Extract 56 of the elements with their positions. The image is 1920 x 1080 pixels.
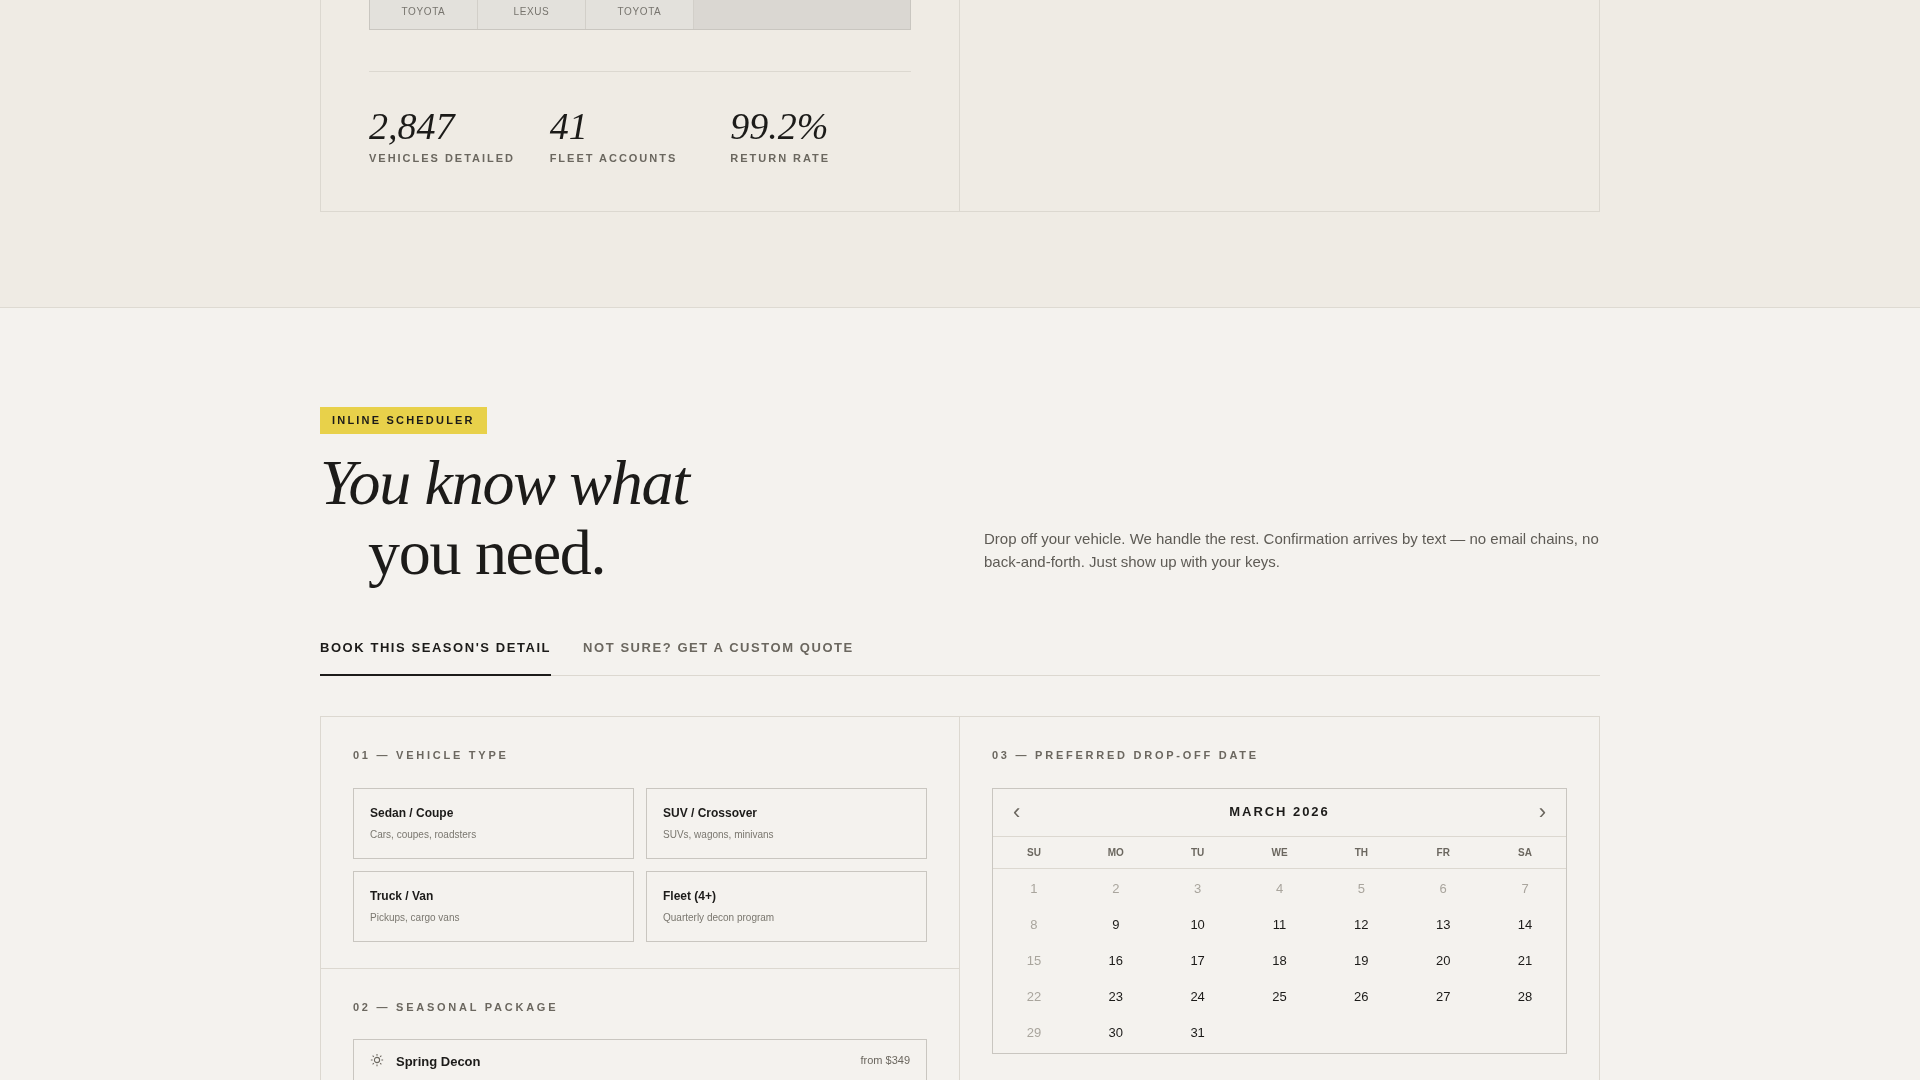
dealer-label: TOYOTA bbox=[401, 5, 446, 19]
calendar-day[interactable]: 20 bbox=[1435, 950, 1451, 971]
calendar-day[interactable]: 9 bbox=[1112, 914, 1120, 935]
stat-label: FLEET ACCOUNTS bbox=[549, 151, 679, 166]
stat-value: 99.2% bbox=[730, 104, 830, 148]
calendar-day[interactable]: 25 bbox=[1272, 986, 1287, 1007]
tab[interactable]: NOT SURE? GET A CUSTOM QUOTE bbox=[583, 637, 854, 676]
calendar-day[interactable]: 27 bbox=[1435, 986, 1451, 1007]
vehicle-option[interactable]: Truck / Van Pickups, cargo vans bbox=[353, 870, 634, 942]
weekday-label: FR bbox=[1436, 845, 1450, 860]
vehicle-option[interactable]: SUV / Crossover SUVs, wagons, minivans bbox=[646, 787, 927, 859]
calendar-day[interactable]: 24 bbox=[1190, 986, 1205, 1007]
calendar-day[interactable]: 26 bbox=[1354, 986, 1369, 1007]
package-option[interactable]: Spring Decon from $349 bbox=[353, 1039, 927, 1080]
step-label: 02 — SEASONAL PACKAGE bbox=[353, 999, 560, 1015]
step-label: 01 — VEHICLE TYPE bbox=[353, 748, 510, 763]
heading: you need. bbox=[368, 515, 606, 590]
stat-value: 41 bbox=[549, 104, 589, 148]
weekday-label: SA bbox=[1518, 845, 1532, 860]
stat-label: VEHICLES DETAILED bbox=[369, 151, 516, 166]
vehicle-option[interactable]: Fleet (4+) Quarterly decon program bbox=[646, 870, 927, 942]
tab[interactable]: BOOK THIS SEASON'S DETAIL bbox=[320, 637, 552, 676]
weekday-label: MO bbox=[1107, 845, 1124, 860]
section-badge: INLINE SCHEDULER bbox=[320, 407, 487, 434]
sun-icon bbox=[370, 1053, 384, 1067]
month-title: MARCH 2026 bbox=[1229, 803, 1330, 822]
calendar-day[interactable]: 18 bbox=[1272, 950, 1287, 971]
stat-value: 2,847 bbox=[369, 104, 457, 148]
package-name: Spring Decon bbox=[396, 1053, 481, 1071]
step-label: 03 — PREFERRED DROP-OFF DATE bbox=[992, 748, 1260, 763]
calendar-day[interactable]: 16 bbox=[1108, 950, 1123, 971]
heading: You know what bbox=[320, 449, 692, 516]
calendar-day[interactable]: 14 bbox=[1517, 914, 1533, 935]
calendar-day[interactable]: 19 bbox=[1354, 950, 1369, 971]
calendar-day[interactable]: 21 bbox=[1517, 950, 1533, 971]
dealer-label: LEXUS bbox=[513, 5, 550, 19]
calendar-day[interactable]: 17 bbox=[1190, 950, 1205, 971]
weekday-label: TH bbox=[1354, 845, 1368, 860]
next-month-button[interactable]: › bbox=[1538, 801, 1546, 823]
calendar-day[interactable]: 13 bbox=[1435, 914, 1451, 935]
previous-month-button[interactable]: ‹ bbox=[1013, 801, 1021, 823]
calendar-day[interactable]: 11 bbox=[1272, 914, 1287, 935]
vehicle-option[interactable]: Sedan / Coupe Cars, coupes, roadsters bbox=[353, 787, 634, 859]
calendar-day[interactable]: 12 bbox=[1354, 914, 1369, 935]
package-price: from $349 bbox=[860, 1053, 910, 1068]
dealer-label: TOYOTA bbox=[617, 5, 662, 19]
calendar-day[interactable]: 28 bbox=[1517, 986, 1533, 1007]
calendar-day[interactable]: 31 bbox=[1190, 1022, 1205, 1043]
weekday-label: SU bbox=[1026, 845, 1041, 860]
calendar-day[interactable]: 30 bbox=[1108, 1022, 1123, 1043]
weekday-label: TU bbox=[1190, 845, 1205, 860]
stat-label: RETURN RATE bbox=[730, 151, 832, 166]
calendar-day[interactable]: 23 bbox=[1108, 986, 1123, 1007]
weekday-label: WE bbox=[1271, 845, 1288, 860]
intro-paragraph: Drop off your vehicle. We handle the rest. Confirmation arrives by text — no email chains, no back-and-forth. Just show up with your keys. bbox=[984, 529, 1600, 572]
calendar-day[interactable]: 10 bbox=[1190, 914, 1205, 935]
